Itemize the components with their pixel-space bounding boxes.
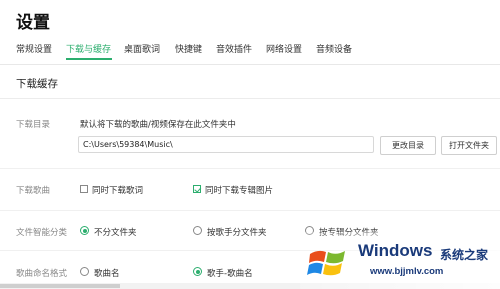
no-folder-option-label: 不分文件夹 <box>94 228 137 238</box>
tab-audio-device[interactable]: 音频设备 <box>316 42 352 55</box>
no-folder-radio[interactable] <box>80 226 89 235</box>
windows-logo-icon <box>307 250 345 276</box>
row-divider <box>0 168 500 169</box>
by-artist-radio[interactable] <box>193 226 202 235</box>
smart-folder-label: 文件智能分类 <box>16 228 68 238</box>
active-tab-indicator <box>66 58 112 60</box>
naming-format-label: 歌曲命名格式 <box>16 269 68 279</box>
open-folder-button[interactable]: 打开文件夹 <box>441 136 497 155</box>
section-divider <box>0 98 500 99</box>
album-art-option-label: 同时下载专辑图片 <box>205 186 274 196</box>
song-name-option-label: 歌曲名 <box>94 269 120 279</box>
song-name-radio[interactable] <box>80 267 89 276</box>
row-divider <box>0 210 500 211</box>
tab-sound-plugins[interactable]: 音效插件 <box>216 42 252 55</box>
artist-song-radio[interactable] <box>193 267 202 276</box>
page-title: 设置 <box>16 13 50 33</box>
tabs-divider <box>0 64 500 65</box>
watermark-url: www.bjjmlv.com <box>370 266 444 277</box>
lyrics-checkbox[interactable] <box>80 185 88 193</box>
album-art-checkbox[interactable] <box>193 185 201 193</box>
tab-download-cache[interactable]: 下载与缓存 <box>66 42 111 55</box>
section-title: 下载缓存 <box>16 78 58 90</box>
artist-song-option-label: 歌手-歌曲名 <box>207 269 253 279</box>
download-dir-label: 下载目录 <box>16 120 51 130</box>
watermark-tagline: 系统之家 <box>440 248 489 262</box>
settings-tabs: 常规设置 下载与缓存 桌面歌词 快捷键 音效插件 网络设置 音频设备 <box>0 36 500 64</box>
download-song-label: 下载歌曲 <box>16 186 51 196</box>
download-path-input[interactable] <box>78 136 374 153</box>
tab-shortcuts[interactable]: 快捷键 <box>175 42 202 55</box>
watermark-brand: Windows <box>358 241 433 260</box>
download-dir-description: 默认将下载的歌曲/视频保存在此文件夹中 <box>80 120 236 130</box>
by-artist-option-label: 按歌手分文件夹 <box>207 228 267 238</box>
tab-desktop-lyrics[interactable]: 桌面歌词 <box>124 42 160 55</box>
scrollbar-thumb[interactable] <box>0 284 120 288</box>
tab-general[interactable]: 常规设置 <box>16 42 52 55</box>
tab-network[interactable]: 网络设置 <box>266 42 302 55</box>
change-dir-button[interactable]: 更改目录 <box>380 136 436 155</box>
lyrics-option-label: 同时下载歌词 <box>92 186 144 196</box>
